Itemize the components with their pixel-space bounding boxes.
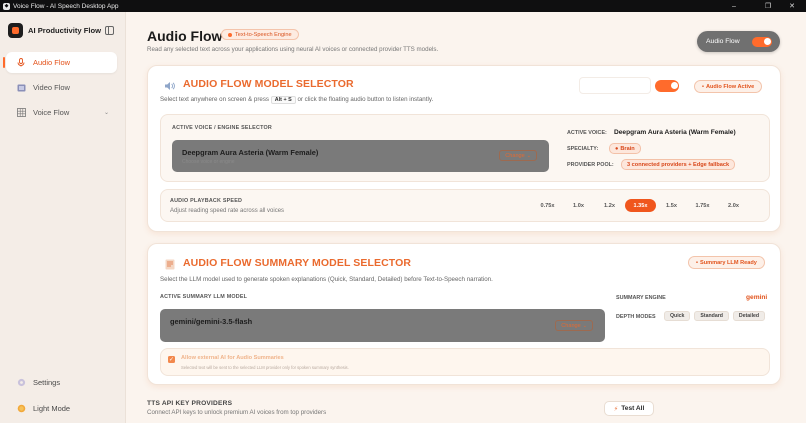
depth-modes: Quick Standard Detailed xyxy=(660,311,766,321)
speed-option[interactable]: 1.0x xyxy=(563,199,594,212)
external-ai-checkbox[interactable]: ✓ xyxy=(168,356,175,363)
status-badge: Summary LLM Ready xyxy=(688,256,765,269)
depth-modes-key: DEPTH MODES xyxy=(616,314,656,320)
document-icon xyxy=(162,257,177,272)
speed-option[interactable]: 1.75x xyxy=(687,199,718,212)
voice-select[interactable]: Deepgram Aura Asteria (Warm Female) Choo… xyxy=(172,140,549,172)
desc-text: Select text anywhere on screen & press xyxy=(160,96,270,103)
api-keys-title: TTS API KEY PROVIDERS xyxy=(147,400,233,407)
summary-model-select[interactable]: gemini/gemini-3.5-flash Change xyxy=(160,309,605,342)
voice-engine-panel: ACTIVE VOICE / ENGINE SELECTOR Deepgram … xyxy=(160,114,770,182)
sidebar-item-label: Video Flow xyxy=(33,83,70,92)
provider-key: PROVIDER POOL: xyxy=(567,162,614,168)
active-voice-value: Deepgram Aura Asteria (Warm Female) xyxy=(614,129,736,136)
close-button[interactable]: ✕ xyxy=(778,0,806,12)
page-title: Audio Flow xyxy=(147,28,223,44)
api-keys-desc: Connect API keys to unlock premium AI vo… xyxy=(147,409,327,416)
sidebar-item-label: Voice Flow xyxy=(33,108,70,117)
active-voice-key: ACTIVE VOICE: xyxy=(567,130,607,136)
sidebar: AI Productivity Flow Audio Flow Video Fl… xyxy=(0,12,126,423)
model-selector-switch[interactable] xyxy=(655,80,679,92)
speed-desc: Adjust reading speed rate across all voi… xyxy=(170,208,285,214)
title-bar: ◆ Voice Flow - AI Speech Desktop App – ❐… xyxy=(0,0,806,12)
speed-option[interactable]: 1.2x xyxy=(594,199,625,212)
sidebar-item-light-mode[interactable]: Light Mode xyxy=(6,399,117,417)
speed-option[interactable]: 1.5x xyxy=(656,199,687,212)
app-icon: ◆ xyxy=(3,2,10,10)
change-summary-model-button[interactable]: Change xyxy=(555,320,593,331)
summary-model-value: gemini/gemini-3.5-flash xyxy=(170,317,253,326)
model-selector-card: AUDIO FLOW MODEL SELECTOR Select text an… xyxy=(147,65,781,232)
external-ai-note: Selected text will be sent to the select… xyxy=(181,365,349,370)
mic-icon xyxy=(16,58,26,68)
provider-badge: 3 connected providers + Edge fallback xyxy=(621,159,736,170)
audio-flow-toggle[interactable]: Audio Flow xyxy=(697,31,780,52)
summary-selector-title: AUDIO FLOW SUMMARY MODEL SELECTOR xyxy=(183,257,412,269)
search-blank-field[interactable] xyxy=(579,77,651,94)
voice-section-label: ACTIVE VOICE / ENGINE SELECTOR xyxy=(172,125,272,131)
external-ai-label: Allow external AI for Audio Summaries xyxy=(181,355,284,361)
specialty-badge: ● Brain xyxy=(609,143,641,154)
window-title: Voice Flow - AI Speech Desktop App xyxy=(13,2,119,10)
speed-label: AUDIO PLAYBACK SPEED xyxy=(170,198,243,204)
page-subtitle: Read any selected text across your appli… xyxy=(147,46,439,53)
model-selector-title: AUDIO FLOW MODEL SELECTOR xyxy=(183,78,354,90)
model-selector-desc: Select text anywhere on screen & press A… xyxy=(160,96,433,104)
sidebar-item-settings[interactable]: Settings xyxy=(6,373,117,391)
brand-logo-icon xyxy=(8,23,23,38)
depth-mode-standard[interactable]: Standard xyxy=(694,311,729,321)
grid-icon xyxy=(16,108,26,118)
specialty-key: SPECIALTY: xyxy=(567,146,599,152)
change-voice-button[interactable]: Change xyxy=(499,150,537,161)
specialty-value: Brain xyxy=(620,145,635,152)
speed-options: 0.75x 1.0x 1.2x 1.35x 1.5x 1.75x 2.0x xyxy=(532,199,749,212)
bolt-icon: ⚡ xyxy=(613,405,619,413)
speaker-icon xyxy=(162,78,177,93)
brain-icon: ● xyxy=(615,145,619,152)
summary-model-label: ACTIVE SUMMARY LLM MODEL xyxy=(160,294,248,300)
brand-name: AI Productivity Flow xyxy=(28,26,101,35)
engine-chip: Text-to-Speech Engine xyxy=(221,29,299,40)
test-all-label: Test All xyxy=(621,405,645,412)
summary-selector-card: AUDIO FLOW SUMMARY MODEL SELECTOR Select… xyxy=(147,243,781,385)
status-badge: Audio Flow Active xyxy=(694,80,763,93)
voice-select-hint: Choose voice or engine xyxy=(182,159,235,165)
toggle-switch[interactable] xyxy=(752,36,772,47)
speed-option[interactable]: 2.0x xyxy=(718,199,749,212)
sidebar-item-voice-flow[interactable]: Voice Flow ⌄ xyxy=(6,102,117,123)
chevron-down-icon[interactable]: ⌄ xyxy=(104,109,109,116)
summary-engine-value: gemini xyxy=(746,294,768,301)
video-icon xyxy=(16,83,26,93)
sidebar-item-label: Light Mode xyxy=(33,403,71,413)
brand: AI Productivity Flow xyxy=(8,23,101,38)
sidebar-item-video-flow[interactable]: Video Flow xyxy=(6,77,117,98)
speed-option[interactable]: 0.75x xyxy=(532,199,563,212)
summary-engine-key: SUMMARY ENGINE xyxy=(616,295,666,301)
desc-text: or click the floating audio button to li… xyxy=(297,96,434,103)
depth-mode-detailed[interactable]: Detailed xyxy=(732,311,766,321)
sun-icon xyxy=(16,403,26,413)
sidebar-collapse-icon[interactable] xyxy=(105,26,114,35)
external-ai-panel: ✓ Allow external AI for Audio Summaries … xyxy=(160,348,770,376)
shortcut-key: Alt + S xyxy=(270,96,296,104)
main-content: Audio Flow Text-to-Speech Engine Read an… xyxy=(126,12,806,423)
toggle-label: Audio Flow xyxy=(706,38,740,45)
gear-icon xyxy=(16,377,26,387)
speed-option-selected[interactable]: 1.35x xyxy=(625,199,656,212)
voice-select-value: Deepgram Aura Asteria (Warm Female) xyxy=(182,148,319,157)
minimize-button[interactable]: – xyxy=(720,0,748,12)
speed-panel: AUDIO PLAYBACK SPEED Adjust reading spee… xyxy=(160,189,770,222)
test-all-button[interactable]: ⚡ Test All xyxy=(604,401,654,416)
sidebar-item-label: Settings xyxy=(33,377,61,387)
depth-mode-quick[interactable]: Quick xyxy=(664,311,691,321)
sidebar-item-audio-flow[interactable]: Audio Flow xyxy=(3,52,117,73)
sidebar-item-label: Audio Flow xyxy=(33,58,71,67)
summary-selector-desc: Select the LLM model used to generate sp… xyxy=(160,276,493,283)
